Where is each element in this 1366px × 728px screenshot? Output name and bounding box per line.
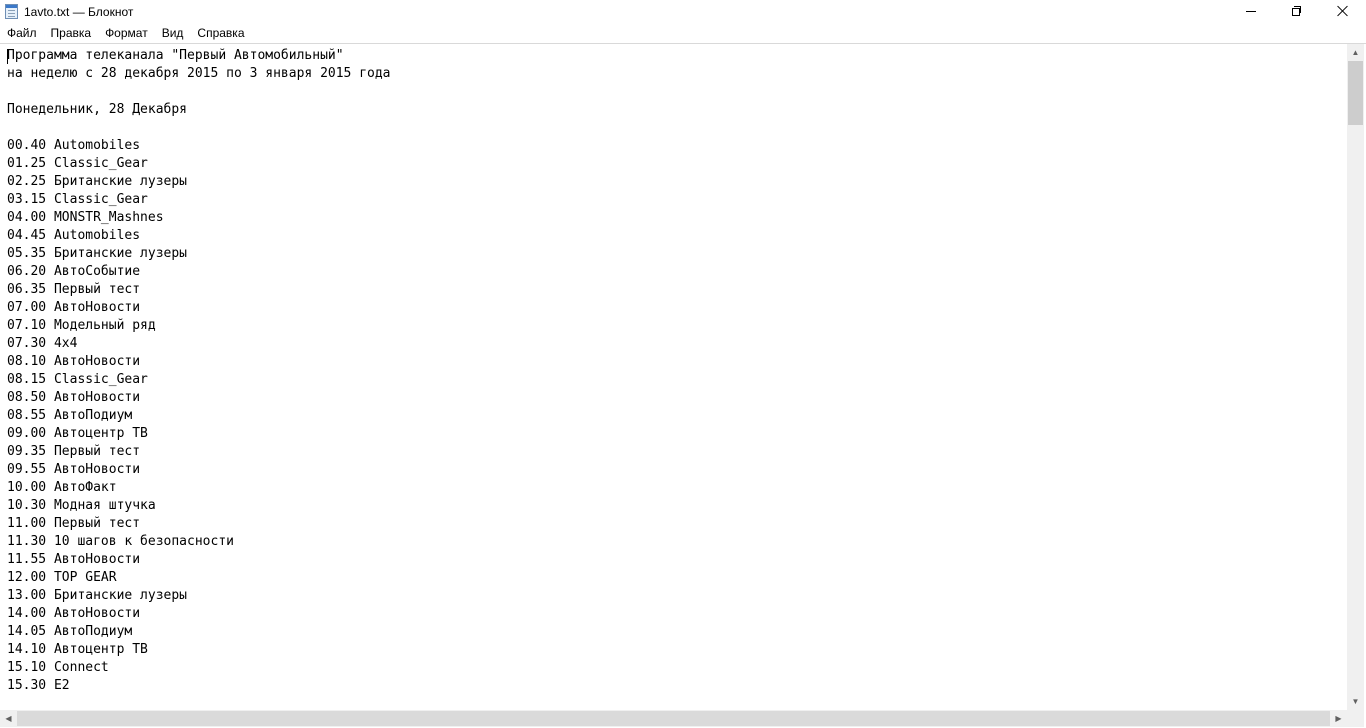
menu-help[interactable]: Справка (190, 24, 251, 43)
text-line: на неделю с 28 декабря 2015 по 3 января … (7, 66, 391, 81)
text-line: 07.00 АвтоНовости (7, 300, 141, 315)
text-line: 10.00 АвтоФакт (7, 480, 117, 495)
close-button[interactable] (1320, 0, 1366, 22)
menu-edit[interactable]: Правка (44, 24, 99, 43)
text-line: Понедельник, 28 Декабря (7, 102, 188, 117)
menu-view[interactable]: Вид (155, 24, 191, 43)
notepad-icon[interactable] (5, 4, 18, 19)
text-line: 01.25 Classic_Gear (7, 156, 148, 171)
scroll-left-arrow-icon[interactable]: ◀ (0, 710, 17, 727)
scroll-down-arrow-icon[interactable]: ▼ (1347, 693, 1364, 710)
vertical-scroll-thumb[interactable] (1348, 61, 1363, 125)
text-line: 08.15 Classic_Gear (7, 372, 148, 387)
text-line: 07.10 Модельный ряд (7, 318, 156, 333)
text-line: 11.55 АвтоНовости (7, 552, 141, 567)
text-line: 02.25 Британские лузеры (7, 174, 188, 189)
text-line: 08.10 АвтоНовости (7, 354, 141, 369)
scroll-up-arrow-icon[interactable]: ▲ (1347, 44, 1364, 61)
window-title: 1avto.txt — Блокнот (24, 5, 134, 19)
text-line: 11.30 10 шагов к безопасности (7, 534, 234, 549)
text-line: 09.35 Первый тест (7, 444, 141, 459)
text-line: Программа телеканала "Первый Автомобильн… (7, 48, 344, 63)
size-grip (1347, 710, 1364, 727)
horizontal-scroll-thumb[interactable] (17, 711, 1330, 726)
text-line: 13.00 Британские лузеры (7, 588, 188, 603)
menu-format[interactable]: Формат (98, 24, 155, 43)
text-editor[interactable]: Программа телеканала "Первый Автомобильн… (7, 47, 1342, 707)
text-line: 14.00 АвтоНовости (7, 606, 141, 621)
menu-file[interactable]: Файл (0, 24, 44, 43)
horizontal-scrollbar[interactable]: ◀ ▶ (0, 710, 1347, 727)
text-line (7, 83, 1342, 101)
text-line: 14.10 Автоцентр ТВ (7, 642, 148, 657)
vertical-scrollbar[interactable]: ▲ ▼ (1347, 44, 1364, 710)
text-line: 08.50 АвтоНовости (7, 390, 141, 405)
text-line: 10.30 Модная штучка (7, 498, 156, 513)
title-bar[interactable]: 1avto.txt — Блокнот (0, 0, 1366, 24)
text-line: 05.35 Британские лузеры (7, 246, 188, 261)
text-line: 00.40 Automobiles (7, 138, 141, 153)
text-line: 04.00 MONSTR_Mashnes (7, 210, 164, 225)
scroll-right-arrow-icon[interactable]: ▶ (1330, 710, 1347, 727)
editor-frame: Программа телеканала "Первый Автомобильн… (0, 43, 1366, 728)
text-line: 03.15 Classic_Gear (7, 192, 148, 207)
text-line: 07.30 4х4 (7, 336, 78, 351)
text-line: 04.45 Automobiles (7, 228, 141, 243)
text-line: 08.55 АвтоПодиум (7, 408, 133, 423)
text-caret (7, 49, 8, 64)
minimize-icon (1246, 10, 1256, 12)
text-line: 12.00 TOP GEAR (7, 570, 117, 585)
maximize-button[interactable] (1274, 0, 1320, 22)
text-line (7, 119, 1342, 137)
text-line: 06.35 Первый тест (7, 282, 141, 297)
close-icon (1337, 5, 1349, 17)
minimize-button[interactable] (1228, 0, 1274, 22)
text-line: 14.05 АвтоПодиум (7, 624, 133, 639)
text-line: 09.55 АвтоНовости (7, 462, 141, 477)
text-line: 09.00 Автоцентр ТВ (7, 426, 148, 441)
restore-icon (1292, 6, 1302, 16)
text-line: 06.20 АвтоСобытие (7, 264, 141, 279)
menu-bar: Файл Правка Формат Вид Справка (0, 24, 1366, 43)
text-line: 15.30 E2 (7, 678, 70, 693)
text-line: 15.10 Connect (7, 660, 109, 675)
text-line: 11.00 Первый тест (7, 516, 141, 531)
